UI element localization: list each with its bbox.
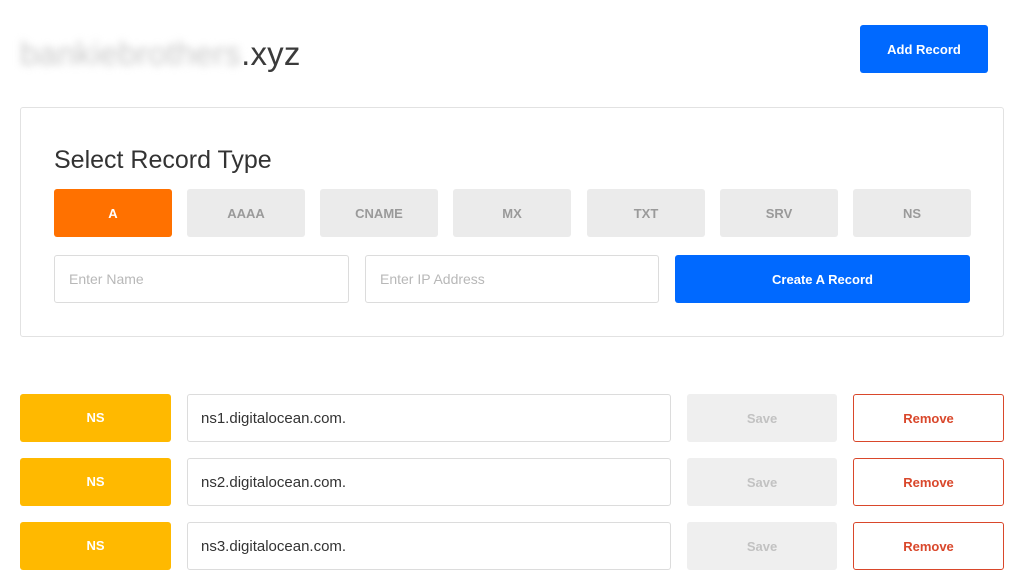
record-type-badge: NS — [20, 458, 171, 506]
record-type-badge: NS — [20, 522, 171, 570]
record-type-cname[interactable]: CNAME — [320, 189, 438, 237]
create-record-button[interactable]: Create A Record — [675, 255, 970, 303]
record-type-aaaa[interactable]: AAAA — [187, 189, 305, 237]
remove-button[interactable]: Remove — [853, 394, 1004, 442]
record-type-srv[interactable]: SRV — [720, 189, 838, 237]
record-type-ns[interactable]: NS — [853, 189, 971, 237]
record-row: NS Save Remove — [20, 394, 1004, 442]
add-record-button[interactable]: Add Record — [860, 25, 988, 73]
record-row: NS Save Remove — [20, 458, 1004, 506]
create-record-panel: Select Record Type A AAAA CNAME MX TXT S… — [20, 107, 1004, 337]
remove-button[interactable]: Remove — [853, 458, 1004, 506]
save-button[interactable]: Save — [687, 458, 837, 506]
ip-address-input[interactable] — [365, 255, 659, 303]
record-type-mx[interactable]: MX — [453, 189, 571, 237]
name-input[interactable] — [54, 255, 349, 303]
domain-name-obscured: bankiebrothers — [20, 35, 242, 72]
record-row: NS Save Remove — [20, 522, 1004, 570]
record-value-input[interactable] — [187, 394, 671, 442]
record-type-badge: NS — [20, 394, 171, 442]
record-type-a[interactable]: A — [54, 189, 172, 237]
domain-title: bankiebrothers.xyz — [20, 32, 301, 76]
record-value-input[interactable] — [187, 522, 671, 570]
panel-title: Select Record Type — [54, 146, 272, 174]
record-value-input[interactable] — [187, 458, 671, 506]
record-type-txt[interactable]: TXT — [587, 189, 705, 237]
save-button[interactable]: Save — [687, 522, 837, 570]
domain-tld: .xyz — [241, 35, 301, 72]
record-type-selector: A AAAA CNAME MX TXT SRV NS — [54, 189, 971, 237]
save-button[interactable]: Save — [687, 394, 837, 442]
dns-records-page: bankiebrothers.xyz Add Record Select Rec… — [0, 0, 1032, 586]
remove-button[interactable]: Remove — [853, 522, 1004, 570]
